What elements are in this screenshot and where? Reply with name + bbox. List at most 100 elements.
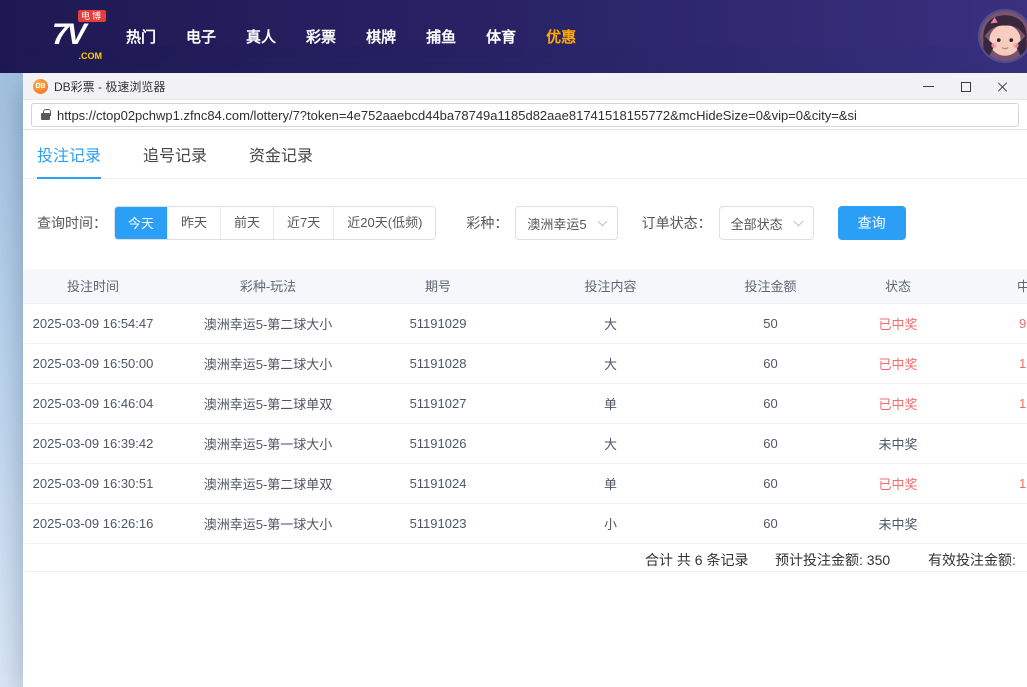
cell-amount: 60 [718,463,823,503]
order-status-select[interactable]: 全部状态 [719,206,814,240]
nav-item-boardgames[interactable]: 棋牌 [366,26,396,47]
nav-item-live[interactable]: 真人 [246,26,276,47]
nav-item-hot[interactable]: 热门 [126,26,156,47]
cell-amount: 60 [718,383,823,423]
page-content: 投注记录 追号记录 资金记录 查询时间： 今天 昨天 前天 近7天 近20天(低… [23,130,1027,687]
lottery-type-select[interactable]: 澳洲幸运5 [515,206,617,240]
cell-status: 未中奖 [823,503,973,543]
browser-app-icon: DB [33,79,48,94]
nav-item-sports[interactable]: 体育 [486,26,516,47]
cell-play: 澳洲幸运5-第一球大小 [163,423,373,463]
lottery-type-label: 彩种： [466,213,508,233]
time-option-day-before[interactable]: 前天 [220,207,273,239]
table-header-row: 投注时间 彩种-玩法 期号 投注内容 投注金额 状态 中奖金额 [23,269,1027,303]
minimize-button[interactable] [910,73,947,100]
header-status: 状态 [823,269,973,303]
cell-amount: 60 [718,423,823,463]
cell-bet-time: 2025-03-09 16:30:51 [23,463,163,503]
user-avatar[interactable] [980,11,1027,61]
cell-bet-time: 2025-03-09 16:26:16 [23,503,163,543]
status-badge: 未中奖 [878,437,917,452]
chevron-down-icon [793,216,803,226]
cell-content: 单 [503,463,718,503]
cell-content: 大 [503,303,718,343]
window-titlebar[interactable]: DB DB彩票 - 极速浏览器 [23,73,1027,100]
cell-bet-time: 2025-03-09 16:54:47 [23,303,163,343]
url-text: https://ctop02pchwp1.zfnc84.com/lottery/… [57,108,857,123]
logo-badge: 电博 [78,10,106,23]
site-logo[interactable]: 7V 电博 .COM [52,11,104,63]
window-title: DB彩票 - 极速浏览器 [54,78,165,95]
cell-content: 小 [503,503,718,543]
browser-urlbar: https://ctop02pchwp1.zfnc84.com/lottery/… [23,100,1027,130]
time-option-7days[interactable]: 近7天 [273,207,333,239]
cell-win-amount [973,423,1027,463]
cell-win-amount: 9 [973,303,1027,343]
header-amount: 投注金额 [718,269,823,303]
summary-expected-amount: 预计投注金额: 350 [775,550,890,570]
cell-amount: 60 [718,503,823,543]
time-option-20days[interactable]: 近20天(低频) [333,207,435,239]
header-win-amount: 中奖金额 [973,269,1027,303]
cell-play: 澳洲幸运5-第二球单双 [163,383,373,423]
status-badge: 已中奖 [878,357,917,372]
tab-chase-records[interactable]: 追号记录 [143,141,207,179]
site-topbar: 7V 电博 .COM 热门 电子 真人 彩票 棋牌 捕鱼 体育 优惠 [0,0,1027,73]
logo-text: 7V [52,20,85,50]
cell-status: 未中奖 [823,423,973,463]
time-option-today[interactable]: 今天 [115,206,167,240]
summary-record-count: 合计 共 6 条记录 [645,550,748,570]
cell-win-amount [973,503,1027,543]
status-badge: 已中奖 [878,317,917,332]
table-summary: 合计 共 6 条记录 预计投注金额: 350 有效投注金额: [23,543,1027,572]
header-content: 投注内容 [503,269,718,303]
table-row: 2025-03-09 16:50:00 澳洲幸运5-第二球大小 51191028… [23,343,1027,383]
bet-records-table: 投注时间 彩种-玩法 期号 投注内容 投注金额 状态 中奖金额 2025-03-… [23,269,1027,544]
record-tabs: 投注记录 追号记录 资金记录 [23,141,1027,179]
cell-content: 大 [503,343,718,383]
cell-win-amount: 1 [973,463,1027,503]
table-row: 2025-03-09 16:39:42 澳洲幸运5-第一球大小 51191026… [23,423,1027,463]
window-controls [910,73,1021,100]
lottery-type-value: 澳洲幸运5 [527,214,586,233]
time-option-yesterday[interactable]: 昨天 [167,207,220,239]
lock-icon [41,113,50,120]
cell-status: 已中奖 [823,343,973,383]
cell-amount: 60 [718,343,823,383]
cell-issue: 51191024 [373,463,503,503]
nav-item-promotions[interactable]: 优惠 [546,26,576,47]
nav-item-fishing[interactable]: 捕鱼 [426,26,456,47]
nav-item-lottery[interactable]: 彩票 [306,26,336,47]
close-button[interactable] [984,73,1021,100]
address-bar[interactable]: https://ctop02pchwp1.zfnc84.com/lottery/… [31,103,1019,127]
maximize-button[interactable] [947,73,984,100]
cell-issue: 51191023 [373,503,503,543]
header-play: 彩种-玩法 [163,269,373,303]
main-nav: 热门 电子 真人 彩票 棋牌 捕鱼 体育 优惠 [126,26,576,47]
nav-item-slots[interactable]: 电子 [186,26,216,47]
tab-bet-records[interactable]: 投注记录 [37,141,101,179]
search-button[interactable]: 查询 [838,206,906,240]
header-issue: 期号 [373,269,503,303]
cell-win-amount: 1 [973,343,1027,383]
cell-win-amount: 1 [973,383,1027,423]
cell-issue: 51191028 [373,343,503,383]
cell-issue: 51191027 [373,383,503,423]
avatar-image [980,11,1027,61]
header-bet-time: 投注时间 [23,269,163,303]
close-icon [997,81,1009,93]
table-row: 2025-03-09 16:54:47 澳洲幸运5-第二球大小 51191029… [23,303,1027,343]
order-status-label: 订单状态： [642,213,712,233]
order-status-value: 全部状态 [731,214,783,233]
cell-issue: 51191029 [373,303,503,343]
logo-subtext: .COM [79,51,103,61]
cell-bet-time: 2025-03-09 16:50:00 [23,343,163,383]
cell-amount: 50 [718,303,823,343]
summary-valid-amount: 有效投注金额: [928,550,1016,570]
cell-status: 已中奖 [823,463,973,503]
cell-play: 澳洲幸运5-第二球大小 [163,303,373,343]
tab-fund-records[interactable]: 资金记录 [249,141,313,179]
query-time-label: 查询时间： [37,213,107,233]
table-row: 2025-03-09 16:46:04 澳洲幸运5-第二球单双 51191027… [23,383,1027,423]
cell-play: 澳洲幸运5-第二球大小 [163,343,373,383]
